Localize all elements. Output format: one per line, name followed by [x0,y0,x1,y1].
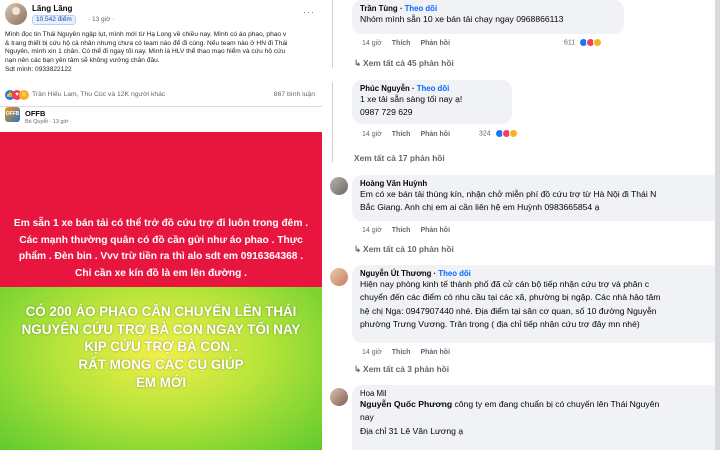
scrollbar[interactable] [715,0,720,450]
avatar[interactable] [5,3,27,25]
follow-button[interactable]: Theo dõi [417,84,449,93]
comment-text: Địa chỉ 31 Lê Văn Lương ạ [360,425,464,436]
care-reaction-icon [508,129,518,138]
comments-count[interactable]: 867 bình luận [274,91,315,98]
reply-arrow-icon: ↳ [354,364,362,374]
comment-text: 1 xe tải sẵn sàng tối nay ạ! [360,94,463,104]
comment-bubble: Phúc Nguyễn · Theo dõi 1 xe tải sẵn sàng… [352,80,512,124]
comment-actions: 14 giờ Thích Phản hồi [362,349,460,356]
like-button[interactable]: Thích [392,40,411,47]
comment-text: chuyển đến các điểm có nhu cầu tại các x… [360,292,661,303]
comment-text: 0987 729 629 [360,107,413,118]
post-author[interactable]: Lãng Lãng [32,4,72,13]
points-badge: 10.542 điểm [32,15,76,25]
comment-text: Nhóm mình sẵn 10 xe bán tải chạy ngay 09… [360,14,564,24]
post-body-line: nạn nên các bạn yên tâm sẽ không vướng c… [5,57,160,65]
page-logo-icon[interactable]: OFFB [5,107,20,122]
care-reaction-icon [593,38,603,47]
follow-button[interactable]: Theo dõi [405,4,437,13]
reply-button[interactable]: Phản hồi [420,227,450,234]
post-body-line: Mình đọc tin Thái Nguyên ngập lụt, mình … [5,31,287,38]
follow-button[interactable]: Theo dõi [438,269,470,278]
reactions-summary: 👍 ♥ ☺ Trần Hiếu Lam, Thu Cúc và 12K ngườ… [5,90,317,102]
post-time[interactable]: · 13 giờ · [88,16,114,23]
red-card-text: Em sẵn 1 xe bán tải có thể trở đồ cứu tr… [13,218,309,279]
green-card-line: RẤT MONG CÁC CỤ GIÚP [78,357,244,373]
thread-line [332,82,333,162]
comment-text: Em có xe bán tải thùng kín, nhận chở miễ… [360,189,657,199]
comment-time[interactable]: 14 giờ [362,227,382,234]
avatar[interactable] [330,268,348,286]
view-replies-link[interactable]: Xem tất cả 17 phản hồi [354,153,445,163]
reply-button[interactable]: Phản hồi [420,349,450,356]
comment-time[interactable]: 14 giờ [362,40,382,47]
comment-text: Nguyễn Quốc Phương công ty em đang chuẩn… [360,399,660,409]
post-body-line: Sdt mình: 0933822122 [5,65,72,73]
comment-text: Hiện nay phòng kinh tế thành phố đã cử c… [360,279,649,289]
comment-bubble: Trần Tùng · Theo dõi Nhóm mình sẵn 10 xe… [352,0,624,34]
like-button[interactable]: Thích [392,227,411,234]
comment-reactions[interactable]: 324 [479,129,518,138]
comment-actions: 14 giờ Thích Phản hồi [362,40,460,47]
reply-button[interactable]: Phản hồi [420,40,450,47]
comment-time[interactable]: 14 giờ [362,131,382,138]
thread-line [332,0,333,68]
care-reaction-icon: ☺ [19,90,29,100]
comment-bubble: Hoa Mil Nguyễn Quốc Phương công ty em đa… [352,385,720,450]
reply-button[interactable]: Phản hồi [420,131,450,138]
post-header: Lãng Lãng 10.542 điểm · 13 giờ · ··· [5,3,317,29]
view-replies-link[interactable]: ↳ Xem tất cả 10 phản hồi [354,244,454,254]
comment-text: Bắc Giang. Anh chị em ai cần liên hệ em … [360,202,600,213]
avatar[interactable] [330,177,348,195]
comment-reactions[interactable]: 611 [564,38,603,47]
red-appeal-card: Em sẵn 1 xe bán tải có thể trở đồ cứu tr… [0,132,322,287]
comment-time[interactable]: 14 giờ [362,349,382,356]
comment-bubble: Hoàng Văn Huỳnh Em có xe bán tải thùng k… [352,175,720,221]
screenshot-collage: Lãng Lãng 10.542 điểm · 13 giờ · ··· Mìn… [0,0,720,450]
green-card-text: CÓ 200 ÁO PHAO CẦN CHUYỂN LÊN THÁI NGUYÊ… [0,303,322,392]
avatar[interactable] [330,388,348,406]
post-meta: Bé Quyết · 13 giờ · [25,119,72,125]
comment-author: Nguyễn Út Thương · Theo dõi [360,269,471,278]
green-card-line: KỊP CỨU TRỢ BÀ CON . [84,339,238,355]
comments-panel: Trần Tùng · Theo dõi Nhóm mình sẵn 10 xe… [322,0,720,450]
like-button[interactable]: Thích [392,349,411,356]
reply-arrow-icon: ↳ [354,58,362,68]
green-card-line: NGUYÊN CỨU TRỢ BÀ CON NGAY TỐI NAY [21,321,301,337]
view-replies-link[interactable]: ↳ Xem tất cả 3 phản hồi [354,364,449,374]
post-header: OFFB OFFB Bé Quyết · 13 giờ · [5,107,317,129]
comment-bubble: Nguyễn Út Thương · Theo dõi Hiện nay phò… [352,265,720,343]
like-button[interactable]: Thích [392,131,411,138]
post-author[interactable]: OFFB [25,109,45,118]
green-appeal-card: CÓ 200 ÁO PHAO CẦN CHUYỂN LÊN THÁI NGUYÊ… [0,287,322,450]
comment-actions: 14 giờ Thích Phản hồi [362,131,460,138]
reply-arrow-icon: ↳ [354,244,362,254]
facebook-posts-panel: Lãng Lãng 10.542 điểm · 13 giờ · ··· Mìn… [0,0,322,450]
comment-text: phường Trưng Vương. Trân trọng ( địa chỉ… [360,319,640,330]
comment-actions: 14 giờ Thích Phản hồi [362,227,460,234]
post-body: Mình đọc tin Thái Nguyên ngập lụt, mình … [5,31,317,75]
comment-author: Trần Tùng · Theo dõi [360,4,438,13]
comment-author[interactable]: Hoàng Văn Huỳnh [360,179,716,188]
comment-author[interactable]: Hoa Mil [360,389,716,398]
reacters-text[interactable]: Trần Hiếu Lam, Thu Cúc và 12K người khác [32,91,165,98]
mention-link[interactable]: Nguyễn Quốc Phương [360,399,452,409]
post-body-line: Nguyên, mình xin 1 chân. Có thể đi ngay … [5,48,286,56]
comment-text: nay [360,412,374,423]
more-options-icon[interactable]: ··· [303,7,315,17]
green-card-line: CÓ 200 ÁO PHAO CẦN CHUYỂN LÊN THÁI [25,304,297,319]
view-replies-link[interactable]: ↳ Xem tất cả 45 phản hồi [354,58,454,68]
green-card-line: EM MỚI [135,374,187,390]
comment-author: Phúc Nguyễn · Theo dõi [360,84,450,93]
comment-text: hệ chị Nga: 0947907440 nhé. Địa điểm tại… [360,305,657,316]
